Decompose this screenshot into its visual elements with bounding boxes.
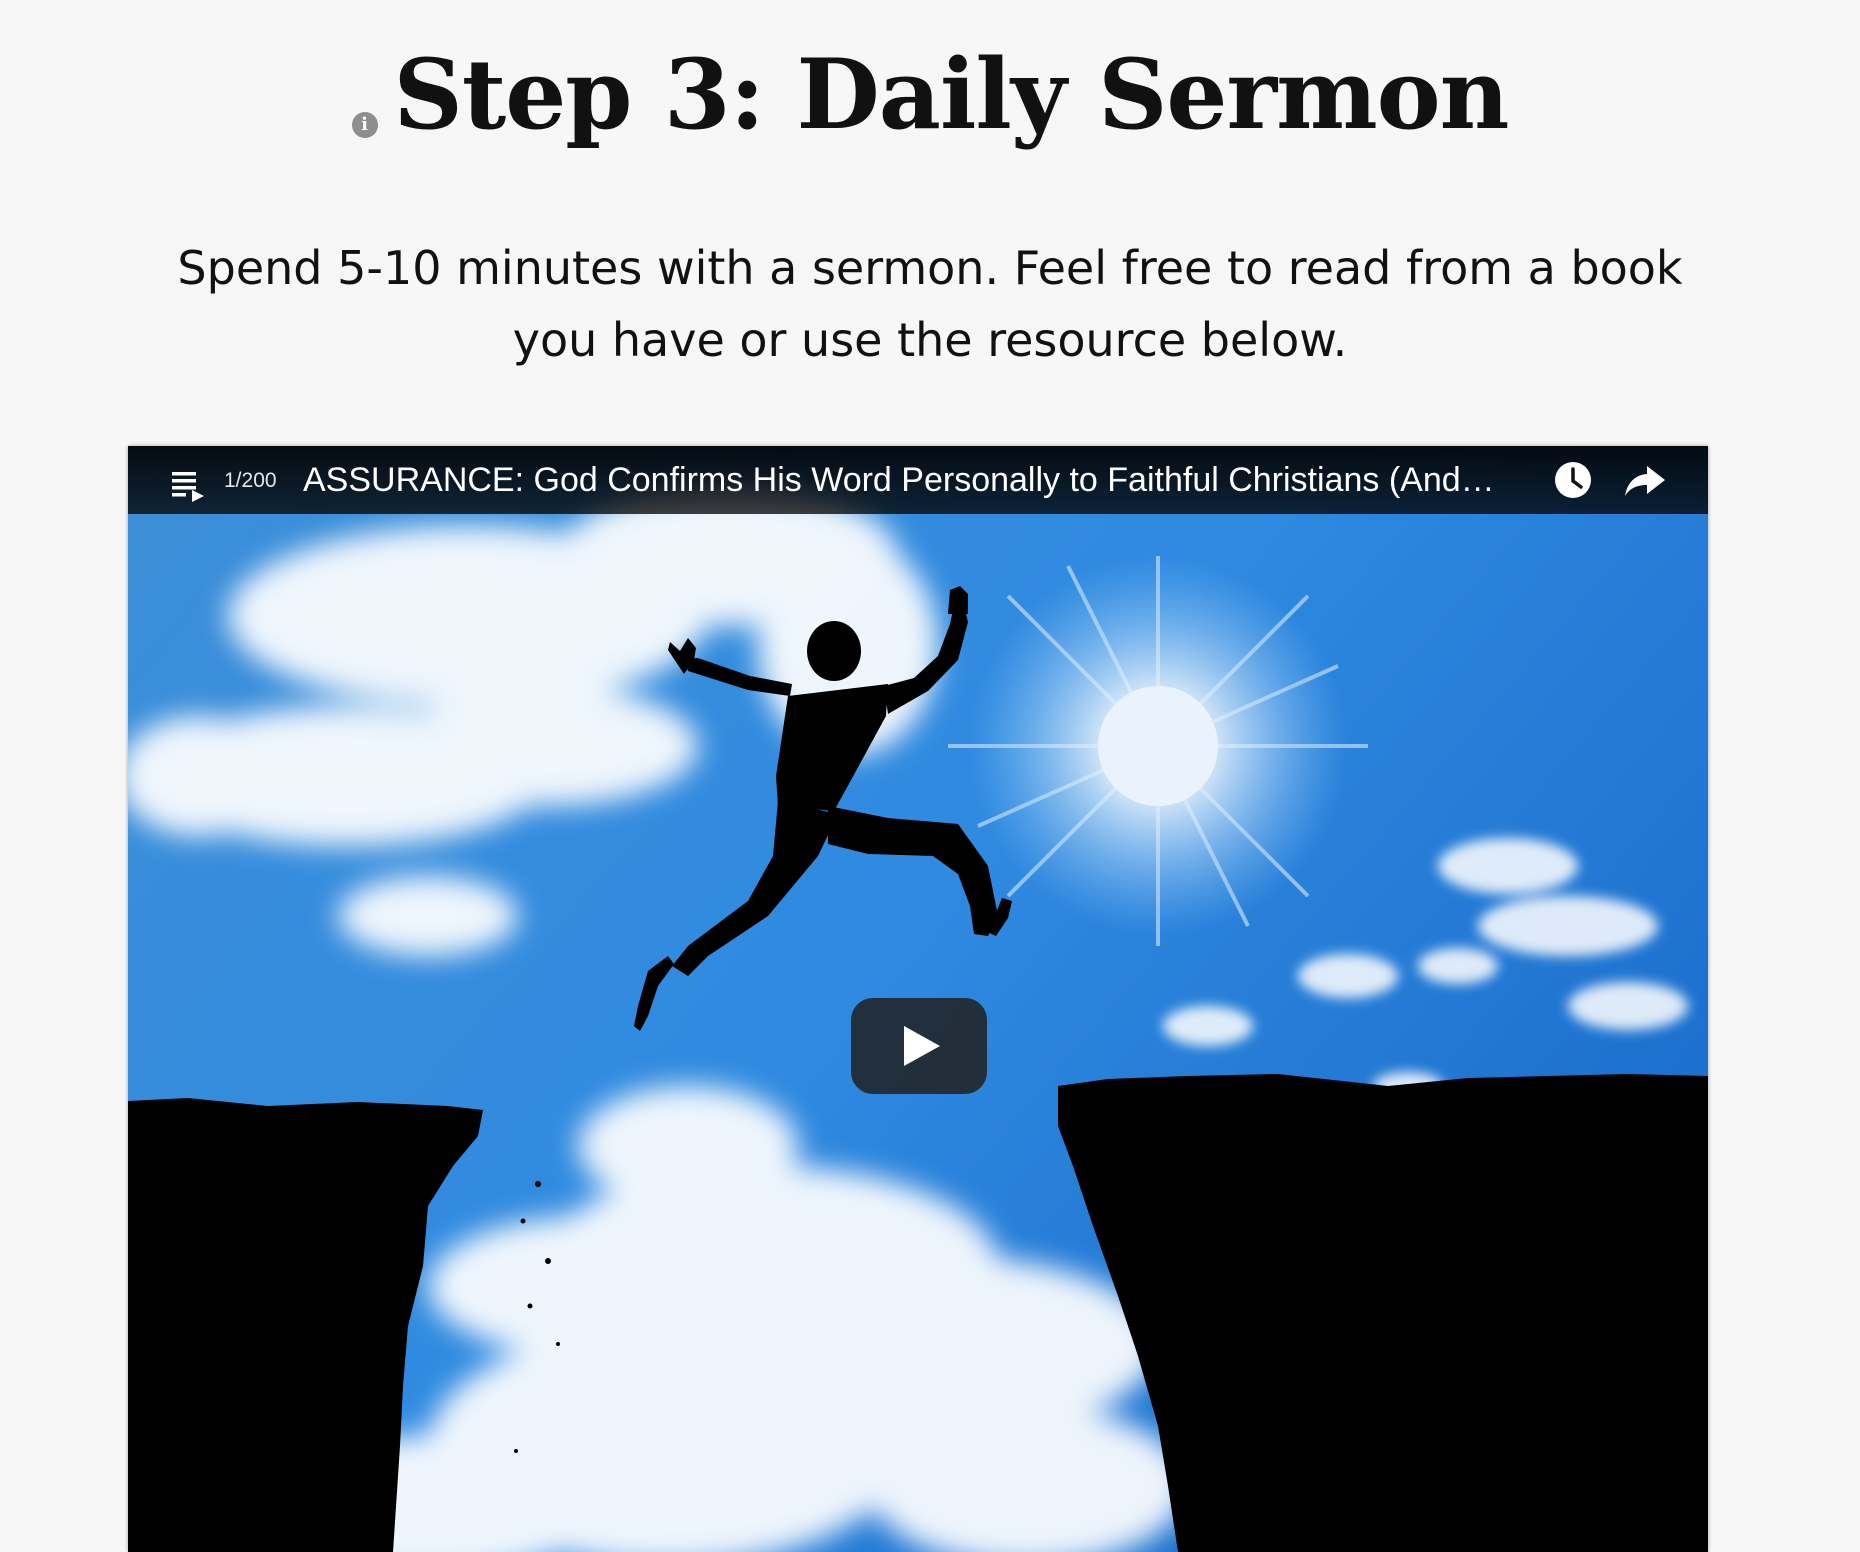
- video-title[interactable]: ASSURANCE: God Confirms His Word Persona…: [303, 460, 1498, 500]
- page-title: Step 3: Daily Sermon: [393, 38, 1510, 151]
- play-icon: [904, 1026, 940, 1066]
- clock-icon[interactable]: [1553, 460, 1593, 500]
- play-button[interactable]: [851, 998, 987, 1094]
- intro-text: Spend 5-10 minutes with a sermon. Feel f…: [177, 241, 1683, 367]
- page-heading: i Step 3: Daily Sermon: [0, 30, 1860, 160]
- info-icon[interactable]: i: [351, 112, 378, 138]
- video-player[interactable]: 1/200 ASSURANCE: God Confirms His Word P…: [128, 446, 1708, 1552]
- playlist-icon[interactable]: [170, 468, 206, 502]
- share-icon[interactable]: [1623, 460, 1667, 500]
- video-info-bar: 1/200 ASSURANCE: God Confirms His Word P…: [128, 446, 1708, 514]
- playlist-position: 1/200: [224, 469, 277, 492]
